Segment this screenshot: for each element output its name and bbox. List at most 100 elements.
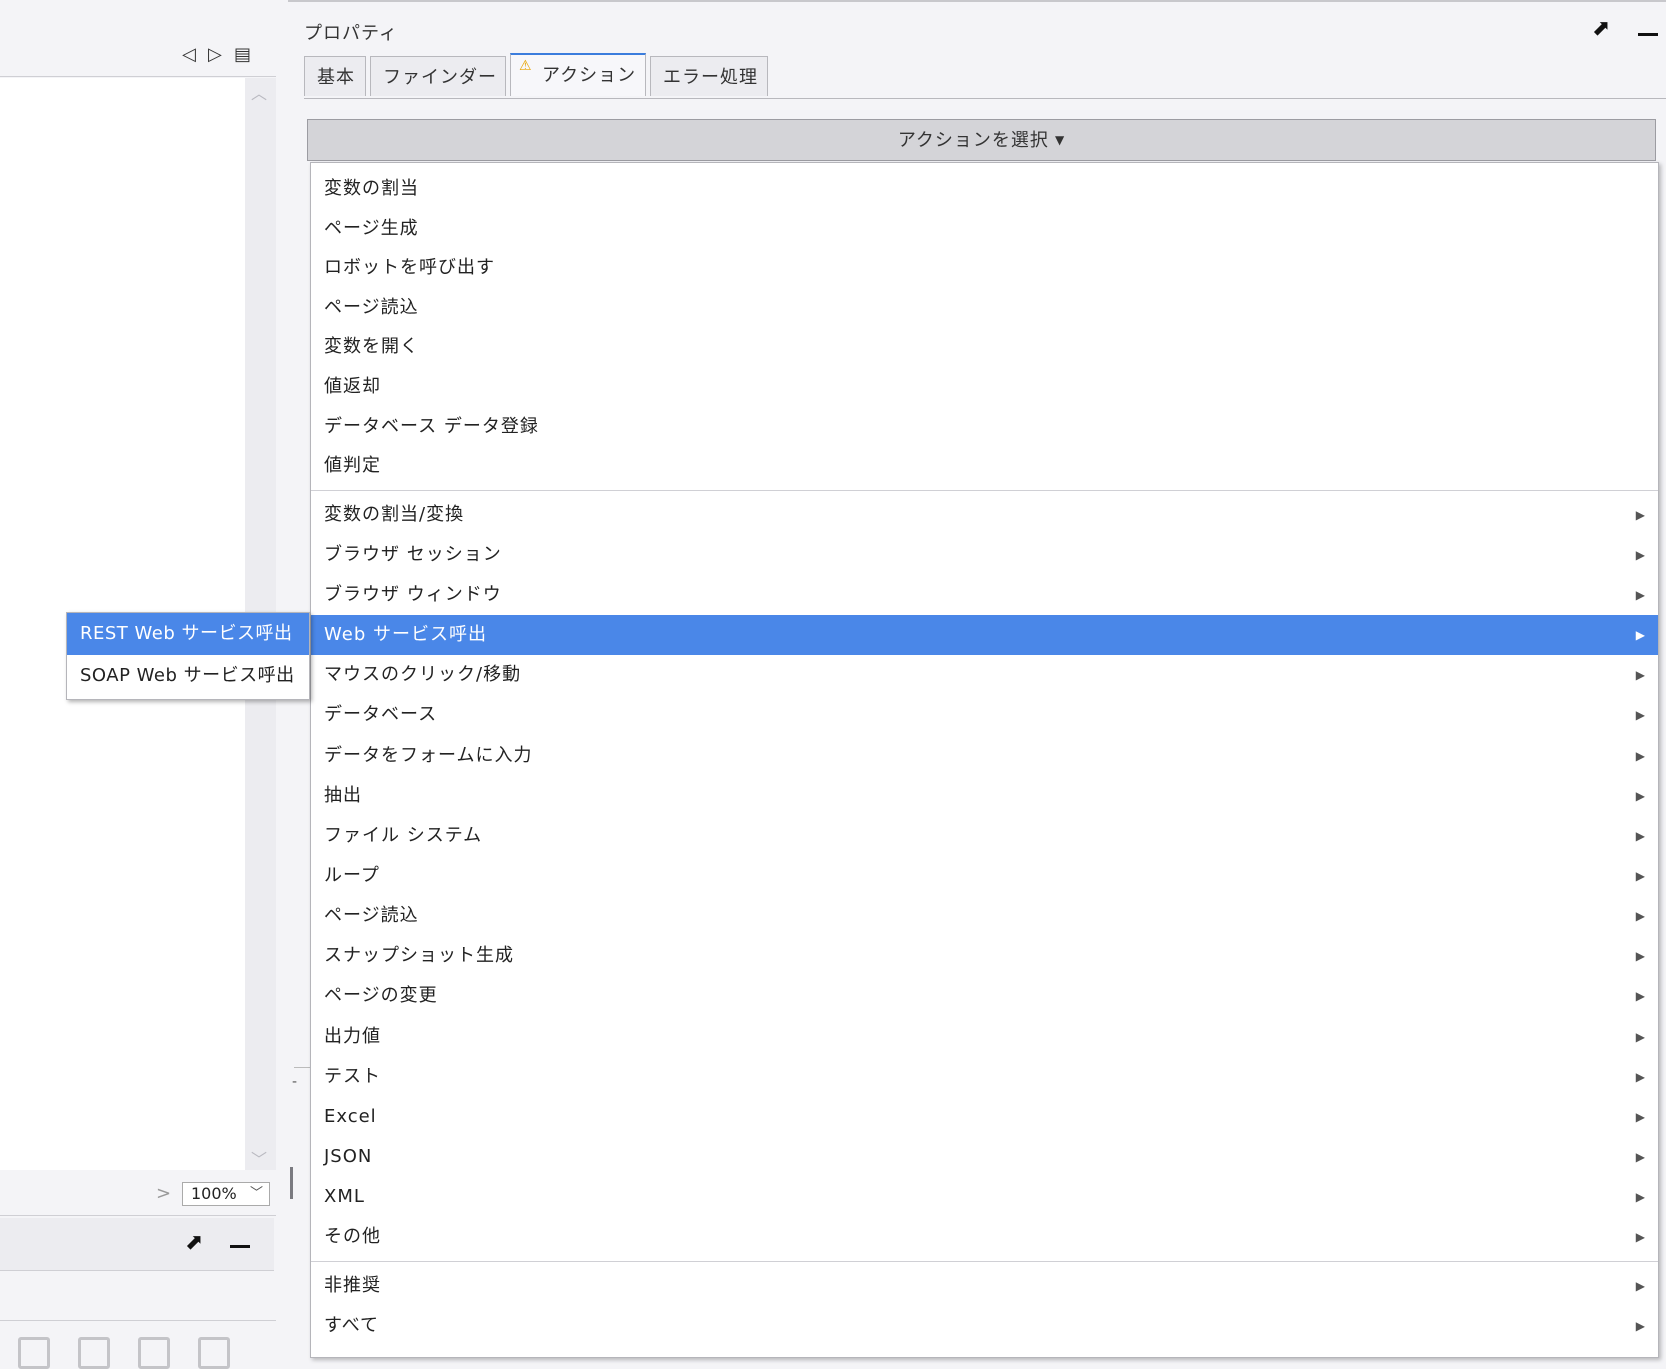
menu-item[interactable]: すべて ▶ [311, 1306, 1658, 1346]
submenu-arrow-icon: ▶ [1635, 628, 1646, 643]
submenu-item-rest[interactable]: REST Web サービス呼出 [67, 613, 309, 655]
menu-item[interactable]: スナップショット生成 ▶ [311, 936, 1658, 976]
tab-strip: 基本 ファインダー ⚠ アクション エラー処理 [304, 53, 1666, 99]
submenu-item-label: REST Web サービス呼出 [80, 623, 293, 644]
left-bottom-toolbar [0, 1320, 276, 1369]
menu-item[interactable]: ブラウザ ウィンドウ ▶ [311, 575, 1658, 615]
menu-item-label: Web サービス呼出 [324, 624, 487, 646]
menu-item-label: ページの変更 [324, 985, 438, 1007]
submenu-item-soap[interactable]: SOAP Web サービス呼出 [67, 655, 309, 697]
menu-item-label: データベース データ登録 [324, 415, 539, 437]
menu-group-common: 変数の割当 ページ生成 ロボットを呼び出す ページ読込 変数を開く 値返却 デー… [311, 163, 1658, 486]
menu-item[interactable]: マウスのクリック/移動 ▶ [311, 655, 1658, 695]
submenu-arrow-icon: ▶ [1635, 828, 1646, 843]
menu-item[interactable]: Excel ▶ [311, 1097, 1658, 1137]
menu-item[interactable]: XML ▶ [311, 1177, 1658, 1217]
nav-back-icon[interactable]: ◁ [182, 44, 196, 65]
maximize-icon[interactable]: ⬈ [185, 1230, 203, 1255]
menu-item[interactable]: 非推奨 ▶ [311, 1266, 1658, 1306]
menu-item-label: ループ [324, 865, 380, 887]
menu-item[interactable]: ページ読込 ▶ [311, 896, 1658, 936]
menu-item-label: その他 [324, 1226, 381, 1248]
menu-item-label: XML [324, 1186, 365, 1208]
menu-item[interactable]: 出力値 ▶ [311, 1017, 1658, 1057]
menu-item[interactable]: ループ ▶ [311, 856, 1658, 896]
menu-item-label: ページ読込 [324, 905, 419, 927]
submenu-arrow-icon: ▶ [1635, 788, 1646, 803]
menu-item-label: ロボットを呼び出す [324, 257, 495, 279]
menu-item[interactable]: テスト ▶ [311, 1057, 1658, 1097]
menu-item-label: ブラウザ ウィンドウ [324, 584, 502, 606]
tab-action[interactable]: ⚠ アクション [510, 53, 646, 96]
menu-item-label: 出力値 [324, 1025, 381, 1047]
menu-item[interactable]: 変数の割当/変換 ▶ [311, 495, 1658, 535]
menu-item-label: Excel [324, 1105, 377, 1127]
web-service-submenu: REST Web サービス呼出 SOAP Web サービス呼出 [66, 612, 310, 700]
submenu-arrow-icon: ▶ [1635, 1279, 1646, 1294]
menu-item[interactable]: 変数の割当 [311, 169, 1658, 209]
menu-item[interactable]: JSON ▶ [311, 1137, 1658, 1177]
tab-error-handling[interactable]: エラー処理 [650, 56, 768, 96]
menu-item-web-service[interactable]: Web サービス呼出 ▶ [311, 615, 1658, 656]
copy-icon[interactable] [138, 1337, 170, 1369]
maximize-icon[interactable]: ⬈ [1592, 16, 1610, 41]
menu-item[interactable]: その他 ▶ [311, 1217, 1658, 1257]
menu-item[interactable]: データをフォームに入力 ▶ [311, 736, 1658, 776]
zoom-select[interactable]: 100% ﹀ [182, 1182, 270, 1206]
submenu-arrow-icon: ▶ [1635, 909, 1646, 924]
menu-item-label: JSON [324, 1146, 373, 1167]
submenu-arrow-icon: ▶ [1635, 588, 1646, 603]
menu-item-label: ファイル システム [324, 824, 483, 846]
minimize-icon[interactable] [230, 1245, 250, 1248]
submenu-arrow-icon: ▶ [1635, 1109, 1646, 1124]
submenu-arrow-icon: ▶ [1635, 869, 1646, 884]
chevron-right-icon[interactable]: > [156, 1183, 171, 1204]
submenu-arrow-icon: ▶ [1635, 1029, 1646, 1044]
add-branch-icon[interactable] [78, 1337, 110, 1369]
panel-title: プロパティ [304, 23, 398, 44]
list-icon[interactable]: ▤ [234, 44, 251, 65]
menu-item[interactable]: 変数を開く [311, 327, 1658, 367]
menu-item[interactable]: ブラウザ セッション ▶ [311, 535, 1658, 575]
menu-item[interactable]: ページ読込 [311, 288, 1658, 328]
left-bottom-panel-header: ⬈ [0, 1218, 274, 1271]
nav-forward-icon[interactable]: ▷ [208, 44, 222, 65]
menu-item[interactable]: データベース データ登録 [311, 407, 1658, 447]
menu-item-label: データベース [324, 704, 438, 726]
menu-item-label: ページ生成 [324, 217, 419, 239]
menu-group-categories: 変数の割当/変換 ▶ ブラウザ セッション ▶ ブラウザ ウィンドウ ▶ Web サー… [311, 495, 1658, 1258]
chevron-down-icon: ﹀ [249, 1186, 263, 1201]
menu-item-label: テスト [324, 1065, 381, 1087]
action-select-label: アクションを選択 [897, 130, 1049, 151]
menu-separator [311, 489, 1658, 491]
menu-item-label: データをフォームに入力 [324, 744, 533, 766]
menu-item[interactable]: 抽出 ▶ [311, 776, 1658, 816]
menu-item[interactable]: 値返却 [311, 367, 1658, 407]
menu-item[interactable]: 値判定 [311, 446, 1658, 486]
collapse-icon: - [292, 1074, 298, 1090]
divider [290, 1167, 293, 1199]
add-step-icon[interactable] [18, 1337, 50, 1369]
menu-item[interactable]: ページ生成 [311, 209, 1658, 249]
action-select-button[interactable]: アクションを選択 ▼ [307, 119, 1656, 161]
warning-triangle-icon: ⚠ [519, 58, 533, 74]
menu-item[interactable]: データベース ▶ [311, 695, 1658, 735]
menu-item[interactable]: ファイル システム ▶ [311, 816, 1658, 856]
menu-item-label: ブラウザ セッション [324, 543, 502, 565]
end-step-icon[interactable] [198, 1337, 230, 1369]
menu-item-label: スナップショット生成 [324, 945, 514, 967]
scroll-down-icon[interactable]: ﹀ [251, 1146, 267, 1170]
submenu-arrow-icon: ▶ [1635, 989, 1646, 1004]
minimize-icon[interactable] [1638, 33, 1658, 36]
tab-action-label: アクション [542, 65, 637, 86]
submenu-arrow-icon: ▶ [1635, 1319, 1646, 1334]
menu-item[interactable]: ページの変更 ▶ [311, 976, 1658, 1016]
tab-basic[interactable]: 基本 [304, 56, 366, 96]
menu-separator [311, 1261, 1658, 1263]
left-toolbar: ◁ ▷ ▤ [0, 30, 276, 77]
menu-item[interactable]: ロボットを呼び出す [311, 248, 1658, 288]
tab-finder[interactable]: ファインダー [370, 56, 506, 96]
scroll-up-icon[interactable]: ︿ [251, 80, 267, 104]
dropdown-arrow-icon: ▼ [1054, 133, 1066, 147]
submenu-arrow-icon: ▶ [1635, 748, 1646, 763]
